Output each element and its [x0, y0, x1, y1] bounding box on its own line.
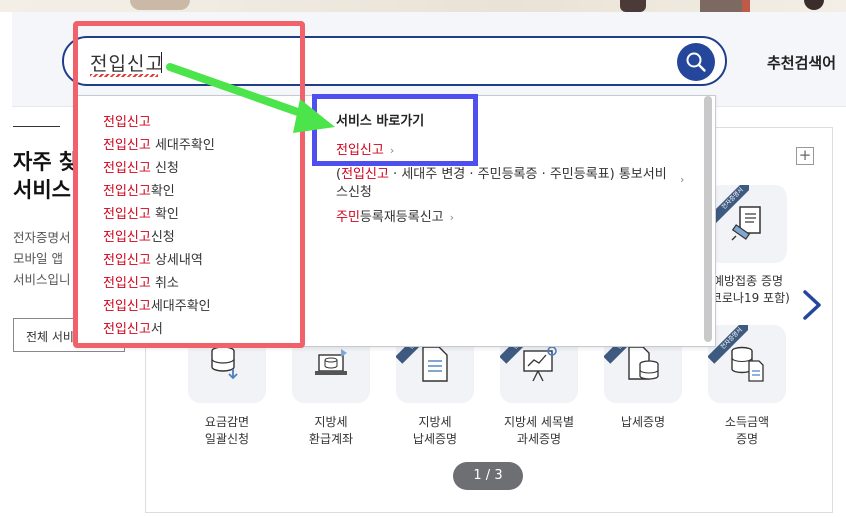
service-tile-label[interactable]: 요금감면 일괄신청 — [172, 414, 282, 448]
dropdown-scrollbar[interactable] — [704, 96, 712, 342]
chevron-right-icon[interactable]: › — [680, 173, 684, 186]
service-tile-label[interactable]: 소득금액 증명 — [692, 414, 802, 448]
section-rule — [13, 126, 60, 127]
label-line: 환급계좌 — [308, 432, 354, 446]
label-line: 납세증명 — [412, 432, 458, 446]
section-title-line: 자주 찾 — [13, 150, 75, 174]
annotation-arrow-icon — [166, 63, 335, 133]
service-tile-label[interactable]: 지방세 납세증명 — [380, 414, 490, 448]
label-line: 일괄신청 — [204, 432, 250, 446]
database-download-icon — [211, 346, 238, 380]
label-line: 소득금액 — [724, 415, 770, 429]
label-line: 요금감면 — [204, 415, 250, 429]
section-description: 전자증명서 모바일 앱 서비스입니 — [13, 227, 73, 290]
label-line: 과세증명 — [516, 432, 562, 446]
label-line: 지방세 — [314, 415, 348, 429]
page-indicator[interactable]: 1 / 3 — [453, 462, 523, 490]
section-title: 자주 찾 서비스 — [13, 148, 75, 204]
section-description-line: 전자증명서 — [13, 230, 71, 245]
label-line: 지방세 — [418, 415, 452, 429]
section-title-line: 서비스 — [13, 178, 71, 202]
service-tile-label[interactable]: 지방세 세목별 과세증명 — [484, 414, 594, 448]
laptop-database-icon — [315, 349, 347, 375]
banner-decoration — [742, 0, 750, 12]
section-description-line: 서비스입니 — [13, 272, 71, 287]
banner-decoration — [700, 0, 742, 12]
banner-decoration — [804, 0, 824, 10]
next-page-arrow-icon[interactable] — [800, 288, 824, 322]
service-tile-label[interactable]: 납세증명 — [588, 414, 698, 431]
shortcut-item-continued[interactable]: 스신청 — [336, 181, 372, 200]
search-button[interactable] — [677, 43, 715, 81]
top-banner — [0, 0, 846, 12]
section-description-line: 모바일 앱 — [13, 251, 63, 266]
label-line: 납세증명 — [620, 415, 666, 429]
recommended-keywords-link[interactable]: 추천검색어 — [767, 52, 836, 73]
search-icon — [686, 52, 706, 72]
label-line: 증명 — [735, 432, 759, 446]
shortcut-item[interactable]: 주민등록재등록신고 › — [336, 206, 454, 225]
banner-decoration — [620, 0, 646, 12]
service-tile-label[interactable]: 지방세 환급계좌 — [276, 414, 386, 448]
add-service-button[interactable]: + — [796, 147, 814, 165]
label-line: 지방세 세목별 — [503, 415, 575, 429]
chevron-right-icon: › — [449, 211, 455, 224]
banner-decoration — [130, 0, 190, 10]
